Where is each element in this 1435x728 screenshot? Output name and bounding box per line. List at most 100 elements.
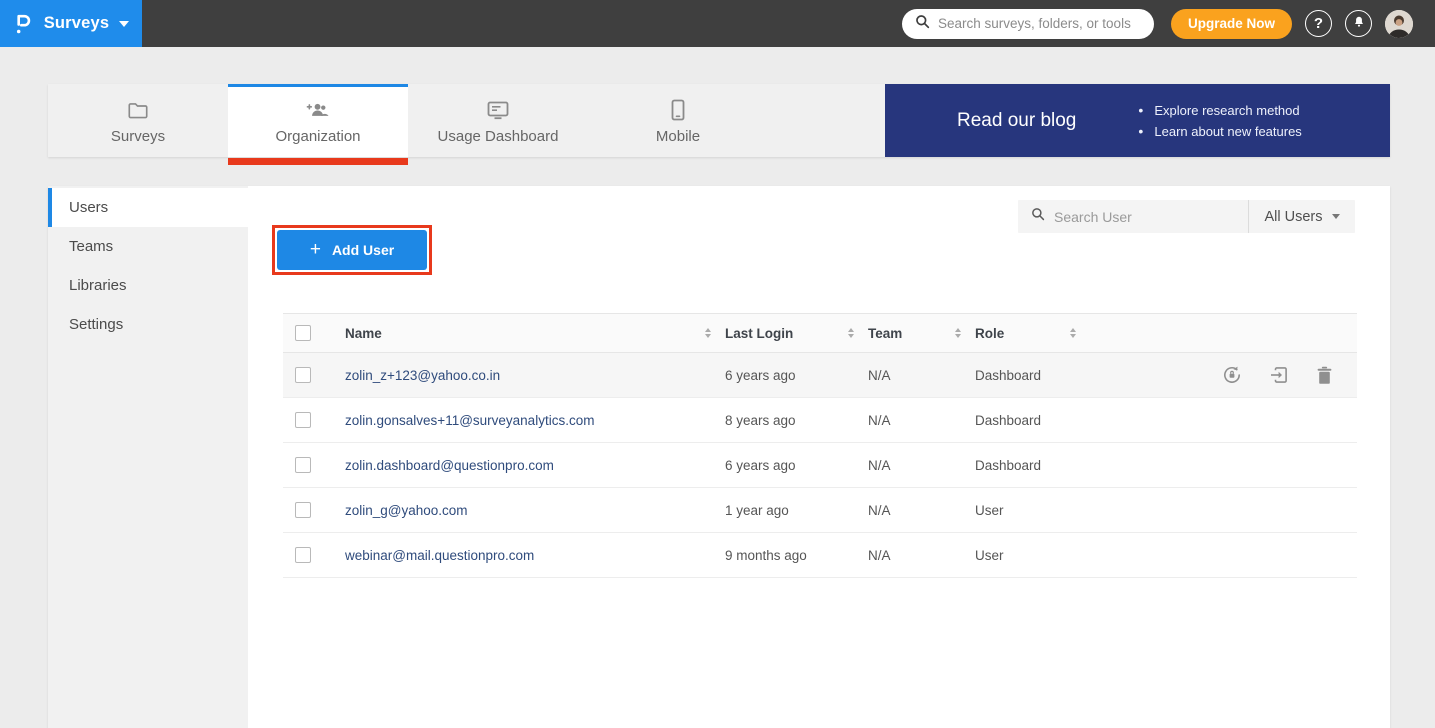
global-search[interactable] (902, 9, 1154, 39)
cell-team: N/A (868, 503, 891, 518)
table-row: zolin_z+123@yahoo.co.in 6 years ago N/A … (283, 353, 1357, 398)
questionpro-logo-icon (13, 11, 34, 37)
search-input[interactable] (938, 16, 1141, 31)
avatar-photo (1385, 10, 1413, 38)
org-sidebar: Users Teams Libraries Settings (48, 186, 248, 728)
banner-bullet: Learn about new features (1138, 124, 1301, 139)
tab-mobile[interactable]: Mobile (588, 84, 768, 157)
cell-team: N/A (868, 413, 891, 428)
table-row: webinar@mail.questionpro.com 9 months ag… (283, 533, 1357, 578)
search-user-input[interactable] (1054, 209, 1235, 225)
tab-usage-dashboard[interactable]: Usage Dashboard (408, 84, 588, 157)
select-all-checkbox[interactable] (295, 325, 311, 341)
search-icon (915, 14, 930, 34)
tab-organization[interactable]: Organization (228, 84, 408, 157)
dashboard-icon (486, 99, 510, 121)
sort-icon[interactable] (1070, 328, 1076, 338)
users-content: All Users + Add User Name Last Login (248, 186, 1390, 728)
tab-surveys[interactable]: Surveys (48, 84, 228, 157)
column-header-name: Name (345, 326, 382, 341)
module-tabs: Surveys Organization Usage Dashboard Mob… (48, 84, 1390, 157)
sort-icon[interactable] (955, 328, 961, 338)
user-email-link[interactable]: zolin_z+123@yahoo.co.in (345, 368, 500, 383)
chevron-down-icon (1332, 214, 1340, 219)
cell-last-login: 1 year ago (725, 503, 789, 518)
folder-icon (127, 99, 149, 121)
cell-role: User (975, 548, 1004, 563)
column-header-team: Team (868, 326, 902, 341)
cell-role: Dashboard (975, 413, 1041, 428)
tab-label: Organization (275, 128, 360, 145)
lock-reset-icon (1222, 365, 1242, 385)
login-as-user-button[interactable] (1269, 365, 1289, 385)
row-checkbox[interactable] (295, 502, 311, 518)
sidebar-item-label: Users (69, 199, 108, 216)
topbar: Surveys Upgrade Now ? (0, 0, 1435, 47)
column-header-last-login: Last Login (725, 326, 793, 341)
user-email-link[interactable]: webinar@mail.questionpro.com (345, 548, 534, 563)
sign-in-icon (1269, 365, 1289, 385)
add-user-label: Add User (332, 242, 394, 258)
delete-user-button[interactable] (1316, 366, 1333, 385)
table-row: zolin_g@yahoo.com 1 year ago N/A User (283, 488, 1357, 533)
cell-last-login: 8 years ago (725, 413, 796, 428)
column-header-role: Role (975, 326, 1004, 341)
table-row: zolin.dashboard@questionpro.com 6 years … (283, 443, 1357, 488)
user-avatar[interactable] (1385, 10, 1413, 38)
user-email-link[interactable]: zolin.dashboard@questionpro.com (345, 458, 554, 473)
upgrade-now-button[interactable]: Upgrade Now (1171, 9, 1292, 39)
cell-team: N/A (868, 368, 891, 383)
search-icon (1031, 207, 1045, 226)
mobile-icon (671, 99, 685, 121)
sidebar-item-libraries[interactable]: Libraries (48, 266, 248, 305)
sidebar-item-settings[interactable]: Settings (48, 305, 248, 344)
chevron-down-icon (119, 21, 129, 27)
user-email-link[interactable]: zolin_g@yahoo.com (345, 503, 468, 518)
row-checkbox[interactable] (295, 457, 311, 473)
row-checkbox[interactable] (295, 547, 311, 563)
sidebar-item-label: Settings (69, 316, 123, 333)
cell-role: User (975, 503, 1004, 518)
table-header: Name Last Login Team Role (283, 313, 1357, 353)
reset-password-button[interactable] (1222, 365, 1242, 385)
sidebar-item-users[interactable]: Users (48, 188, 248, 227)
all-users-dropdown[interactable]: All Users (1248, 200, 1355, 233)
bell-icon (1352, 15, 1366, 32)
product-label: Surveys (44, 14, 110, 33)
organization-panel: Users Teams Libraries Settings All Users (48, 186, 1390, 728)
cell-role: Dashboard (975, 368, 1041, 383)
cell-last-login: 6 years ago (725, 368, 796, 383)
users-table: Name Last Login Team Role (283, 313, 1357, 578)
tab-label: Mobile (656, 128, 700, 145)
sidebar-item-label: Libraries (69, 277, 127, 294)
product-menu[interactable]: Surveys (0, 0, 142, 47)
add-user-annotation-box: + Add User (272, 225, 432, 275)
person-add-icon (305, 99, 331, 121)
add-user-button[interactable]: + Add User (277, 230, 427, 270)
sort-icon[interactable] (848, 328, 854, 338)
annotation-underline (228, 158, 408, 165)
sort-icon[interactable] (705, 328, 711, 338)
cell-team: N/A (868, 548, 891, 563)
cell-last-login: 9 months ago (725, 548, 807, 563)
question-mark-icon: ? (1314, 15, 1323, 32)
row-checkbox[interactable] (295, 367, 311, 383)
trash-icon (1316, 366, 1333, 385)
banner-bullet: Explore research method (1138, 103, 1301, 118)
help-button[interactable]: ? (1305, 10, 1332, 37)
user-filter-bar: All Users (1018, 200, 1355, 233)
cell-role: Dashboard (975, 458, 1041, 473)
sidebar-item-teams[interactable]: Teams (48, 227, 248, 266)
blog-banner[interactable]: Read our blog Explore research method Le… (885, 84, 1390, 157)
notifications-button[interactable] (1345, 10, 1372, 37)
plus-icon: + (310, 240, 321, 259)
table-row: zolin.gonsalves+11@surveyanalytics.com 8… (283, 398, 1357, 443)
filter-value: All Users (1264, 209, 1322, 225)
sidebar-item-label: Teams (69, 238, 113, 255)
tab-label: Surveys (111, 128, 165, 145)
cell-team: N/A (868, 458, 891, 473)
row-checkbox[interactable] (295, 412, 311, 428)
user-email-link[interactable]: zolin.gonsalves+11@surveyanalytics.com (345, 413, 594, 428)
cell-last-login: 6 years ago (725, 458, 796, 473)
search-user-box[interactable] (1018, 200, 1248, 233)
